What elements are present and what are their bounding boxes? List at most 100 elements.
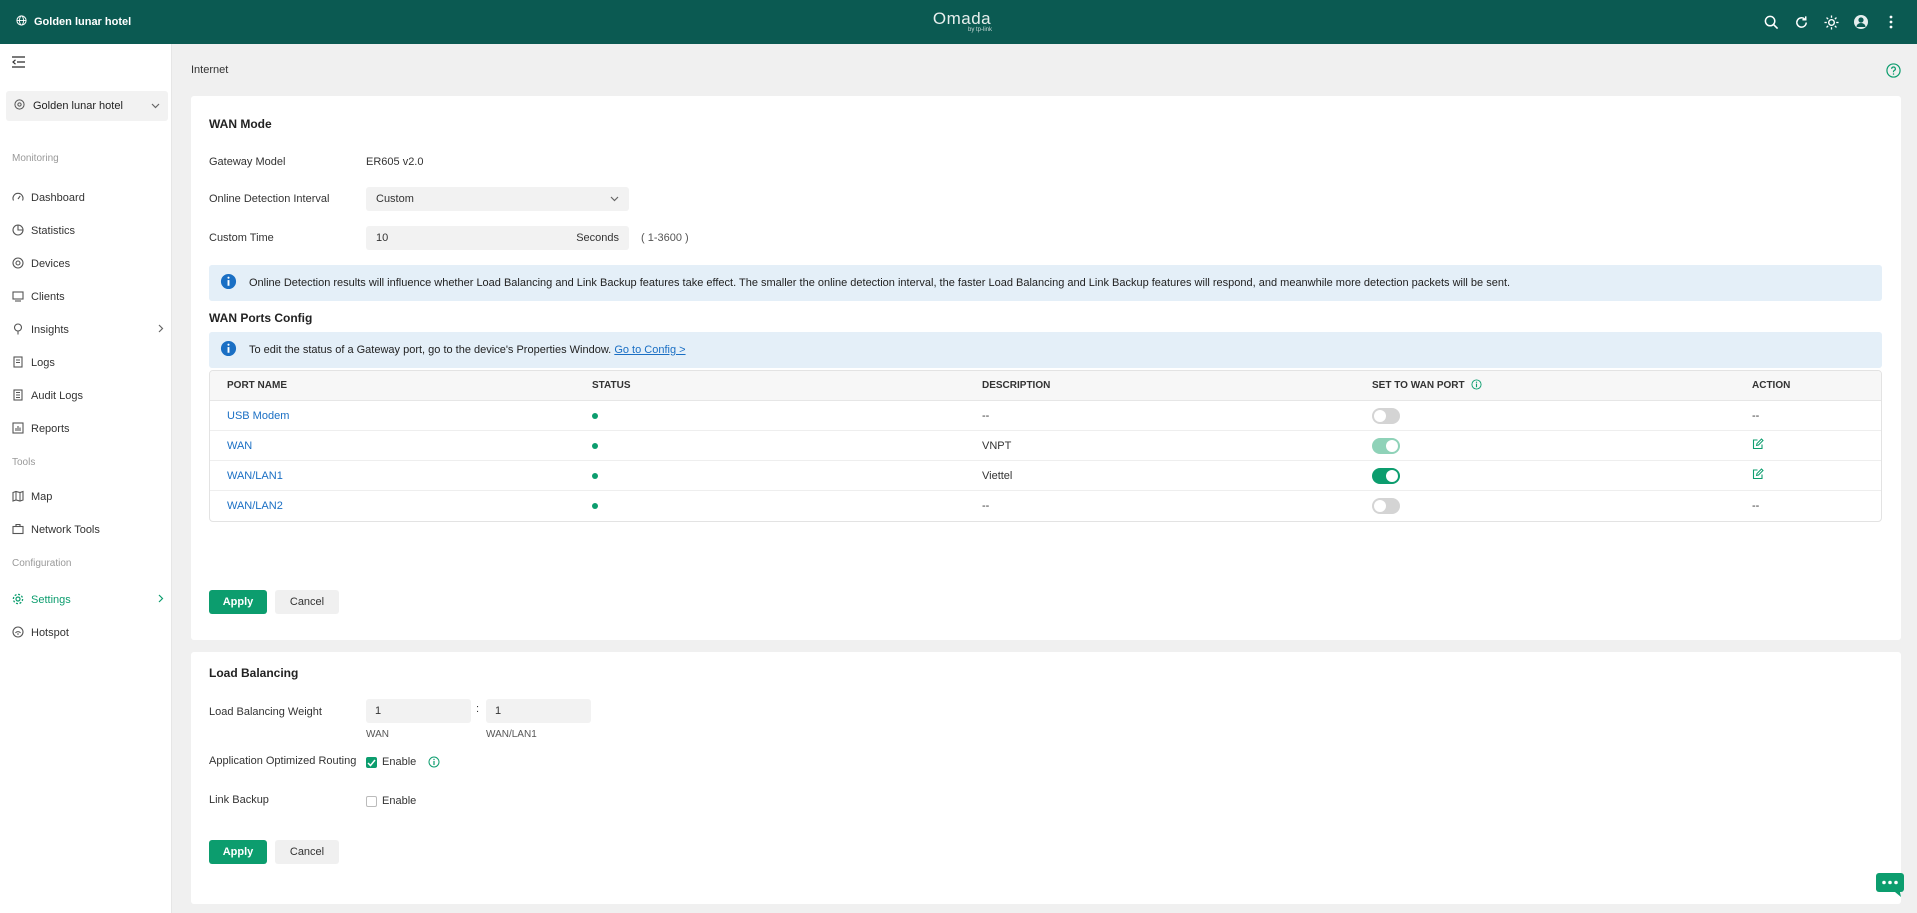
table-row: WAN VNPT [210,431,1881,461]
audit-logs-icon [12,388,24,404]
detection-interval-label: Online Detection Interval [209,193,330,205]
site-selector-label: Golden lunar hotel [33,100,123,112]
column-header: ACTION [1752,380,1791,391]
edit-icon[interactable] [1752,438,1764,453]
reports-chart-icon [12,421,24,437]
load-balancing-card: Load Balancing Load Balancing Weight 1 :… [191,652,1901,904]
wan-ports-title: WAN Ports Config [209,311,313,325]
port-name-link[interactable]: WAN [227,440,252,452]
column-header: DESCRIPTION [982,380,1051,391]
help-question-icon[interactable] [1886,63,1901,81]
pie-chart-icon [12,223,24,239]
status-dot [592,442,598,449]
custom-time-value: 10 [376,232,389,244]
theme-sun-icon[interactable] [1823,14,1839,30]
lb-apply-button[interactable]: Apply [209,840,267,864]
sidebar-item-hotspot[interactable]: Hotspot [12,622,164,644]
toolbox-icon [12,523,24,538]
wan-cancel-button[interactable]: Cancel [275,590,339,614]
wan-port-toggle[interactable] [1372,467,1400,484]
sidebar-item-label: Settings [31,594,71,606]
more-vertical-icon[interactable] [1883,14,1899,30]
sidebar-item-label: Insights [31,324,69,336]
custom-time-input[interactable]: 10 Seconds [366,226,629,250]
search-icon[interactable] [1763,14,1779,30]
wan-port-toggle[interactable] [1372,498,1400,514]
link-backup-checkbox[interactable] [366,796,377,807]
sidebar-item-statistics[interactable]: Statistics [12,220,164,242]
sidebar-item-label: Logs [31,357,55,369]
custom-time-range: ( 1-3600 ) [641,232,689,244]
weight-wan-value: 1 [375,705,382,717]
weight-separator: : [476,703,480,715]
info-icon [220,273,237,293]
link-backup-enable-label: Enable [382,795,417,807]
sidebar-item-map[interactable]: Map [12,486,164,508]
detection-interval-select[interactable]: Custom [366,187,629,211]
weight-wan-lan1-input[interactable]: 1 [486,699,591,723]
sidebar-item-network-tools[interactable]: Network Tools [12,519,164,541]
sidebar-item-label: Clients [31,291,65,303]
gear-icon [12,593,24,608]
sidebar-item-insights[interactable]: Insights [12,319,164,341]
wan-port-toggle[interactable] [1372,407,1400,424]
wan-apply-button[interactable]: Apply [209,590,267,614]
gateway-model-label: Gateway Model [209,156,286,168]
port-name-link[interactable]: WAN/LAN2 [227,500,283,512]
table-header: PORT NAME STATUS DESCRIPTION SET TO WAN … [210,371,1881,401]
table-row: WAN/LAN1 Viettel [210,461,1881,491]
wan-mode-card: WAN Mode Gateway Model ER605 v2.0 Online… [191,96,1901,640]
custom-time-unit: Seconds [576,232,619,244]
chevron-down-icon [151,100,160,112]
sidebar-item-label: Audit Logs [31,390,83,402]
wan-ports-table: PORT NAME STATUS DESCRIPTION SET TO WAN … [209,370,1882,522]
column-header: SET TO WAN PORT [1372,380,1465,391]
wan-ports-notice: To edit the status of a Gateway port, go… [209,332,1882,368]
top-bar: Golden lunar hotel Omada by tp-link [0,0,1917,44]
sidebar-item-label: Reports [31,423,70,435]
hotspot-icon [12,625,24,641]
sidebar-item-logs[interactable]: Logs [12,352,164,374]
port-name-link[interactable]: WAN/LAN1 [227,470,283,482]
lb-cancel-button[interactable]: Cancel [275,840,339,864]
status-dot [592,503,598,509]
table-row: USB Modem -- -- [210,401,1881,431]
sidebar-item-label: Dashboard [31,192,85,204]
collapse-menu-icon[interactable] [12,56,26,71]
sidebar-item-label: Network Tools [31,524,100,536]
aor-checkbox[interactable] [366,757,377,768]
sidebar-item-clients[interactable]: Clients [12,286,164,308]
weight-wan-input[interactable]: 1 [366,699,471,723]
sidebar-item-label: Devices [31,258,71,270]
globe-icon [16,15,27,29]
chevron-right-icon [158,324,164,336]
user-avatar-icon[interactable] [1853,14,1869,30]
site-selector[interactable]: Golden lunar hotel [6,91,168,121]
location-pin-icon [14,99,25,113]
refresh-icon[interactable] [1793,14,1809,30]
detection-interval-value: Custom [376,193,414,205]
status-dot [592,472,598,479]
sidebar-item-devices[interactable]: Devices [12,253,164,275]
wan-port-toggle[interactable] [1372,437,1400,454]
site-indicator[interactable]: Golden lunar hotel [16,15,131,29]
sidebar-item-dashboard[interactable]: Dashboard [12,187,164,209]
edit-icon[interactable] [1752,468,1764,483]
info-icon [220,340,237,360]
wan-mode-title: WAN Mode [209,117,272,131]
aor-enable-label: Enable [382,756,417,768]
chat-support-icon[interactable] [1875,872,1905,898]
logo-text: Omada [932,9,992,28]
clients-icon [12,290,24,305]
port-name-link[interactable]: USB Modem [227,410,289,422]
sidebar-item-reports[interactable]: Reports [12,418,164,440]
info-circle-icon[interactable] [1471,378,1482,393]
port-description: VNPT [982,439,1012,452]
sidebar-item-settings[interactable]: Settings [12,589,164,611]
logo-subtext: by tp-link [967,27,992,33]
sidebar-item-audit-logs[interactable]: Audit Logs [12,385,164,407]
map-icon [12,490,24,505]
dashboard-gauge-icon [12,191,24,206]
go-to-config-link[interactable]: Go to Config > [614,344,685,356]
info-circle-icon[interactable] [428,756,440,771]
